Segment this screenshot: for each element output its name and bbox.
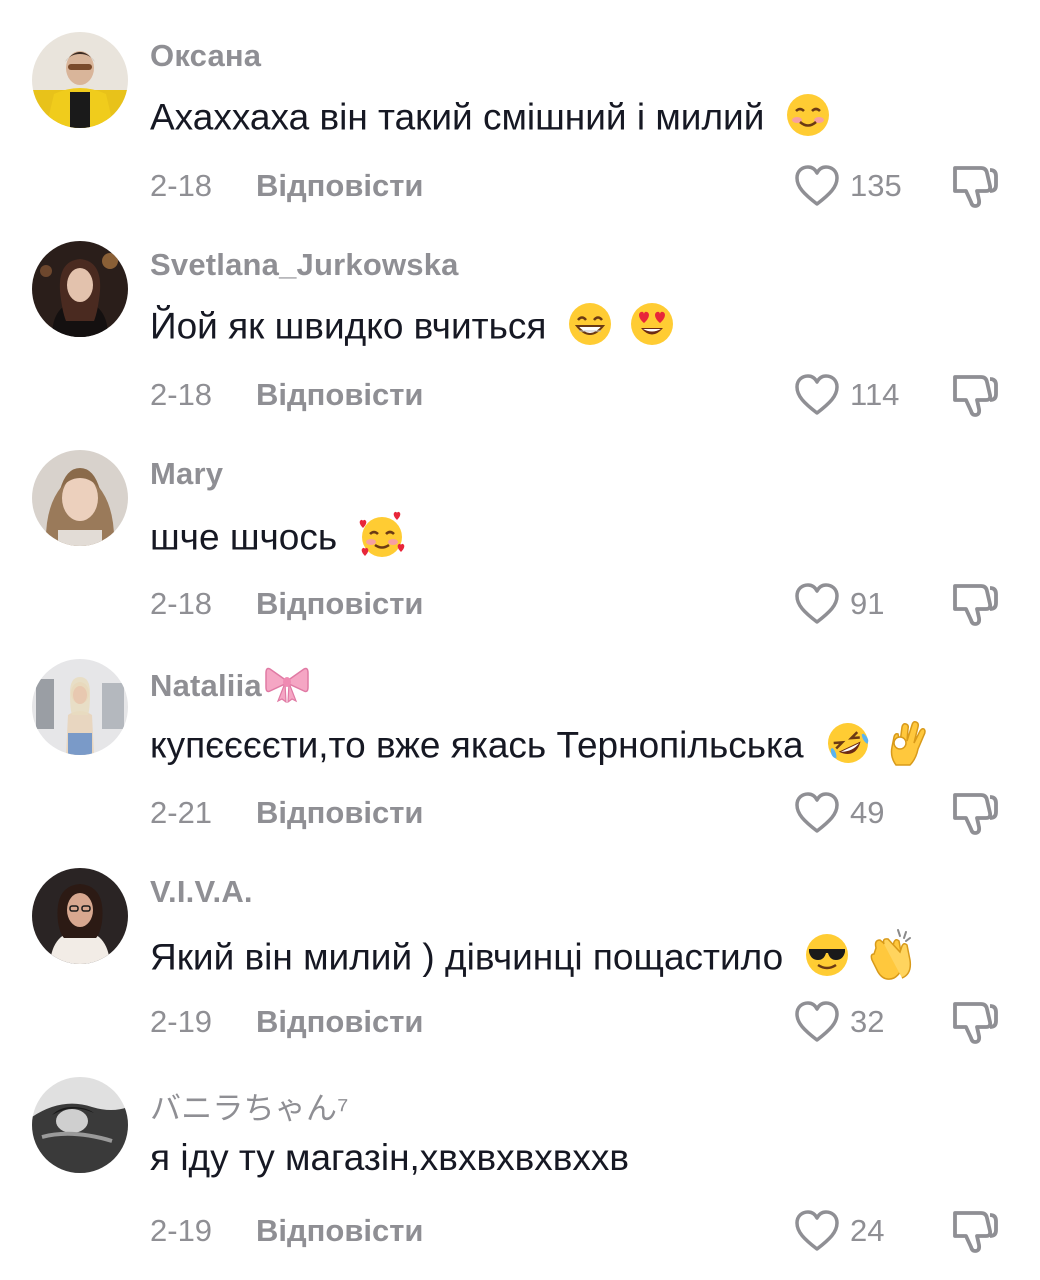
comment-date: 2-18 [150, 586, 213, 621]
heart-outline-icon [795, 583, 839, 624]
comment-date: 2-18 [150, 377, 213, 412]
avatar[interactable] [32, 659, 128, 755]
comment-text: Йой як швидко вчиться [150, 301, 675, 356]
like-button[interactable]: 49 [794, 789, 884, 837]
avatar[interactable] [32, 450, 128, 546]
like-button[interactable]: 135 [794, 162, 902, 210]
dislike-button[interactable] [948, 1205, 1000, 1257]
like-count: 24 [850, 1213, 885, 1248]
comment-text-content: купєєєєти,то вже якась Тернопільська [150, 724, 804, 766]
heart-outline-icon [795, 165, 839, 206]
comment-text-content: я іду ту магазін,хвхвхвхвххв [150, 1137, 630, 1178]
comment-item: V.I.V.A. Який він милий ) дівчинці пощас… [0, 836, 1040, 1045]
ok-hand-emoji [886, 719, 930, 776]
reply-button[interactable]: Відповісти [256, 1004, 424, 1040]
comment-item: Svetlana_Jurkowska Йой як швидко вчиться [0, 209, 1040, 418]
smiling-face-emoji [785, 92, 831, 147]
comment-text: Ахаххаха він такий смішний і милий [150, 92, 831, 147]
thumbs-down-outline-icon [953, 793, 998, 835]
reply-button[interactable]: Відповісти [256, 168, 424, 204]
avatar[interactable] [32, 32, 128, 128]
clapping-hands-emoji [866, 928, 916, 991]
like-button[interactable]: 114 [794, 371, 899, 419]
reply-button[interactable]: Відповісти [256, 377, 424, 413]
avatar[interactable] [32, 1077, 128, 1173]
comment-username-text: Nataliia [150, 668, 262, 704]
comment-item: Mary шче шчось 2-18 Відповісти 91 [0, 418, 1040, 627]
dislike-button[interactable] [948, 578, 1000, 630]
like-button[interactable]: 32 [794, 998, 884, 1046]
comment-username[interactable]: Оксана [150, 38, 261, 74]
heart-outline-icon [795, 792, 839, 833]
comment-date: 2-21 [150, 795, 213, 830]
grinning-face-emoji [567, 301, 613, 356]
comment-text: я іду ту магазін,хвхвхвхвххв [150, 1137, 629, 1179]
comment-item: バニラちゃん⁷ я іду ту магазін,хвхвхвхвххв 2-1… [0, 1045, 1040, 1254]
sunglasses-face-emoji [804, 932, 850, 987]
heart-eyes-emoji [629, 301, 675, 356]
like-count: 91 [850, 586, 885, 621]
avatar[interactable] [32, 241, 128, 337]
reply-button[interactable]: Відповісти [256, 1213, 424, 1249]
comment-username[interactable]: Svetlana_Jurkowska [150, 247, 459, 283]
like-button[interactable]: 91 [794, 580, 884, 628]
comment-text-content: Ахаххаха він такий смішний і милий [150, 96, 765, 138]
dislike-button[interactable] [948, 996, 1000, 1048]
comment-username[interactable]: バニラちゃん⁷ [150, 1083, 349, 1128]
comment-text-content: Який він милий ) дівчинці пощастило [150, 936, 784, 978]
comment-date: 2-18 [150, 168, 213, 203]
comment-item: Оксана Ахаххаха він такий смішний і мили… [0, 0, 1040, 209]
rolling-laughing-emoji [824, 719, 872, 776]
reply-button[interactable]: Відповісти [256, 795, 424, 831]
avatar[interactable] [32, 868, 128, 964]
like-count: 114 [850, 377, 900, 412]
thumbs-down-outline-icon [953, 375, 998, 417]
ribbon-bow-emoji [264, 665, 310, 711]
comment-text: шче шчось [150, 510, 407, 569]
thumbs-down-outline-icon [953, 1002, 998, 1044]
comment-date: 2-19 [150, 1213, 213, 1248]
like-button[interactable]: 24 [794, 1207, 884, 1255]
smiling-face-with-hearts-emoji [357, 510, 407, 569]
comment-text: Який він милий ) дівчинці пощастило [150, 928, 916, 991]
heart-outline-icon [795, 1210, 839, 1251]
comment-text-content: шче шчось [150, 516, 338, 558]
heart-outline-icon [795, 1001, 839, 1042]
like-count: 32 [850, 1004, 885, 1039]
comment-date: 2-19 [150, 1004, 213, 1039]
thumbs-down-outline-icon [953, 1211, 998, 1253]
comment-text: купєєєєти,то вже якась Тернопільська [150, 719, 930, 776]
thumbs-down-outline-icon [953, 584, 998, 626]
comment-text-content: Йой як швидко вчиться [150, 305, 547, 347]
like-count: 49 [850, 795, 885, 830]
dislike-button[interactable] [948, 369, 1000, 421]
reply-button[interactable]: Відповісти [256, 586, 424, 622]
heart-outline-icon [795, 374, 839, 415]
comment-username[interactable]: V.I.V.A. [150, 874, 253, 910]
dislike-button[interactable] [948, 160, 1000, 212]
comment-item: Nataliia купєєєєти,то вже якась Тернопіл… [0, 627, 1040, 836]
comment-username[interactable]: Nataliia [150, 665, 310, 711]
thumbs-down-outline-icon [953, 166, 998, 208]
comment-username[interactable]: Mary [150, 456, 223, 492]
dislike-button[interactable] [948, 787, 1000, 839]
like-count: 135 [850, 168, 902, 203]
